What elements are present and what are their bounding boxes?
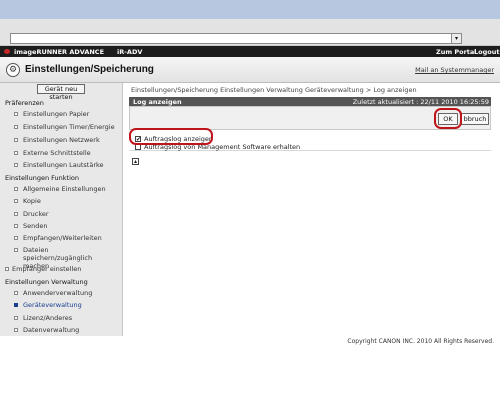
sidebar-item-timer-energy[interactable]: Einstellungen Timer/Energie bbox=[14, 123, 136, 131]
browser-toolbar: ▾ bbox=[0, 19, 500, 46]
sidebar-item-label: Einstellungen Timer/Energie bbox=[23, 123, 115, 131]
bullet-icon bbox=[14, 303, 18, 307]
sidebar-item-user-management[interactable]: Anwenderverwaltung bbox=[14, 289, 136, 297]
sidebar-item-recipients[interactable]: Empfänger einstellen bbox=[5, 265, 127, 273]
sidebar-item-label: Empfänger einstellen bbox=[12, 265, 82, 273]
sidebar-item-label: Externe Schnittstelle bbox=[23, 149, 91, 157]
sidebar-item-volume[interactable]: Einstellungen Lautstärke bbox=[14, 161, 136, 169]
bullet-icon bbox=[14, 187, 18, 191]
sidebar-item-label: Drucker bbox=[23, 210, 49, 218]
sidebar-item-label: Kopie bbox=[23, 197, 41, 205]
device-model: iR-ADV bbox=[117, 48, 143, 56]
sidebar-item-general[interactable]: Allgemeine Einstellungen bbox=[14, 185, 136, 193]
bullet-icon bbox=[14, 316, 18, 320]
mail-admin-link[interactable]: Mail an Systemmanager bbox=[415, 66, 494, 74]
sidebar-item-label: Anwenderverwaltung bbox=[23, 289, 93, 297]
ok-highlight-annotation bbox=[434, 108, 462, 129]
window-top-strip bbox=[0, 0, 500, 19]
settings-gear-icon: ⚙ bbox=[6, 63, 20, 77]
bullet-icon bbox=[14, 163, 18, 167]
address-bar[interactable]: ▾ bbox=[10, 33, 462, 44]
option-highlight-annotation bbox=[129, 128, 213, 145]
sidebar-item-label: Geräteverwaltung bbox=[23, 301, 82, 309]
bullet-icon bbox=[14, 151, 18, 155]
bullet-icon bbox=[14, 224, 18, 228]
page-title: Einstellungen/Speicherung bbox=[25, 64, 154, 75]
bullet-icon bbox=[14, 291, 18, 295]
page-title-bar: ⚙ Einstellungen/Speicherung Mail an Syst… bbox=[0, 57, 500, 83]
bullet-icon bbox=[14, 138, 18, 142]
sidebar-heading-management: Einstellungen Verwaltung bbox=[5, 278, 88, 286]
breadcrumb-separator: > bbox=[363, 86, 374, 94]
logout-link[interactable]: Logout bbox=[474, 48, 499, 56]
breadcrumb-management[interactable]: Einstellungen Verwaltung bbox=[220, 86, 303, 94]
sidebar: Gerät neu starten Präferenzen Einstellun… bbox=[0, 83, 123, 336]
breadcrumb-current: Log anzeigen bbox=[373, 86, 417, 94]
sidebar-item-label: Einstellungen Netzwerk bbox=[23, 136, 100, 144]
sidebar-item-label: Einstellungen Lautstärke bbox=[23, 161, 104, 169]
sidebar-heading-preferences: Präferenzen bbox=[5, 99, 44, 107]
sidebar-item-label: Datenverwaltung bbox=[23, 326, 80, 334]
panel-title: Log anzeigen bbox=[133, 98, 182, 106]
breadcrumb-device-management[interactable]: Geräteverwaltung bbox=[305, 86, 364, 94]
restart-device-button[interactable]: Gerät neu starten bbox=[37, 84, 85, 101]
bullet-icon bbox=[14, 236, 18, 240]
sidebar-item-data-management[interactable]: Datenverwaltung bbox=[14, 326, 136, 334]
cancel-button[interactable]: bbruch bbox=[461, 113, 489, 125]
last-updated: Zuletzt aktualisiert : 22/11 2010 16:25:… bbox=[352, 98, 489, 106]
bullet-icon bbox=[14, 248, 18, 252]
address-dropdown-icon[interactable]: ▾ bbox=[451, 34, 461, 43]
sidebar-item-printer[interactable]: Drucker bbox=[14, 210, 136, 218]
sidebar-item-paper[interactable]: Einstellungen Papier bbox=[14, 110, 136, 118]
sidebar-item-send[interactable]: Senden bbox=[14, 222, 136, 230]
brand-name: imageRUNNER ADVANCE bbox=[14, 48, 105, 56]
sidebar-item-label: Empfangen/Weiterleiten bbox=[23, 234, 102, 242]
sidebar-heading-function: Einstellungen Funktion bbox=[5, 174, 79, 182]
sidebar-item-label: Lizenz/Anderes bbox=[23, 314, 73, 322]
breadcrumb-settings[interactable]: Einstellungen/Speicherung bbox=[131, 86, 218, 94]
bullet-icon bbox=[14, 212, 18, 216]
panel-header: Log anzeigen Zuletzt aktualisiert : 22/1… bbox=[129, 97, 491, 106]
sidebar-item-external-interface[interactable]: Externe Schnittstelle bbox=[14, 149, 136, 157]
canon-logo-icon bbox=[4, 49, 10, 54]
bullet-icon bbox=[14, 328, 18, 332]
portal-link[interactable]: Zum Portal bbox=[436, 48, 477, 56]
breadcrumb: Einstellungen/Speicherung Einstellungen … bbox=[131, 86, 417, 94]
bullet-icon bbox=[14, 125, 18, 129]
bullet-icon bbox=[14, 199, 18, 203]
sidebar-item-device-management[interactable]: Geräteverwaltung bbox=[14, 301, 136, 309]
sidebar-item-license[interactable]: Lizenz/Anderes bbox=[14, 314, 136, 322]
collapse-icon[interactable]: ▴ bbox=[132, 158, 139, 165]
sidebar-item-label: Einstellungen Papier bbox=[23, 110, 90, 118]
sidebar-item-receive-forward[interactable]: Empfangen/Weiterleiten bbox=[14, 234, 136, 242]
sidebar-item-label: Senden bbox=[23, 222, 48, 230]
bullet-icon bbox=[5, 267, 9, 271]
copyright: Copyright CANON INC. 2010 All Rights Res… bbox=[347, 338, 494, 345]
sidebar-item-label: Allgemeine Einstellungen bbox=[23, 185, 106, 193]
bullet-icon bbox=[14, 112, 18, 116]
sidebar-item-copy[interactable]: Kopie bbox=[14, 197, 136, 205]
sidebar-item-network[interactable]: Einstellungen Netzwerk bbox=[14, 136, 136, 144]
app-header: imageRUNNER ADVANCE iR-ADV Zum Portal Lo… bbox=[0, 46, 500, 57]
